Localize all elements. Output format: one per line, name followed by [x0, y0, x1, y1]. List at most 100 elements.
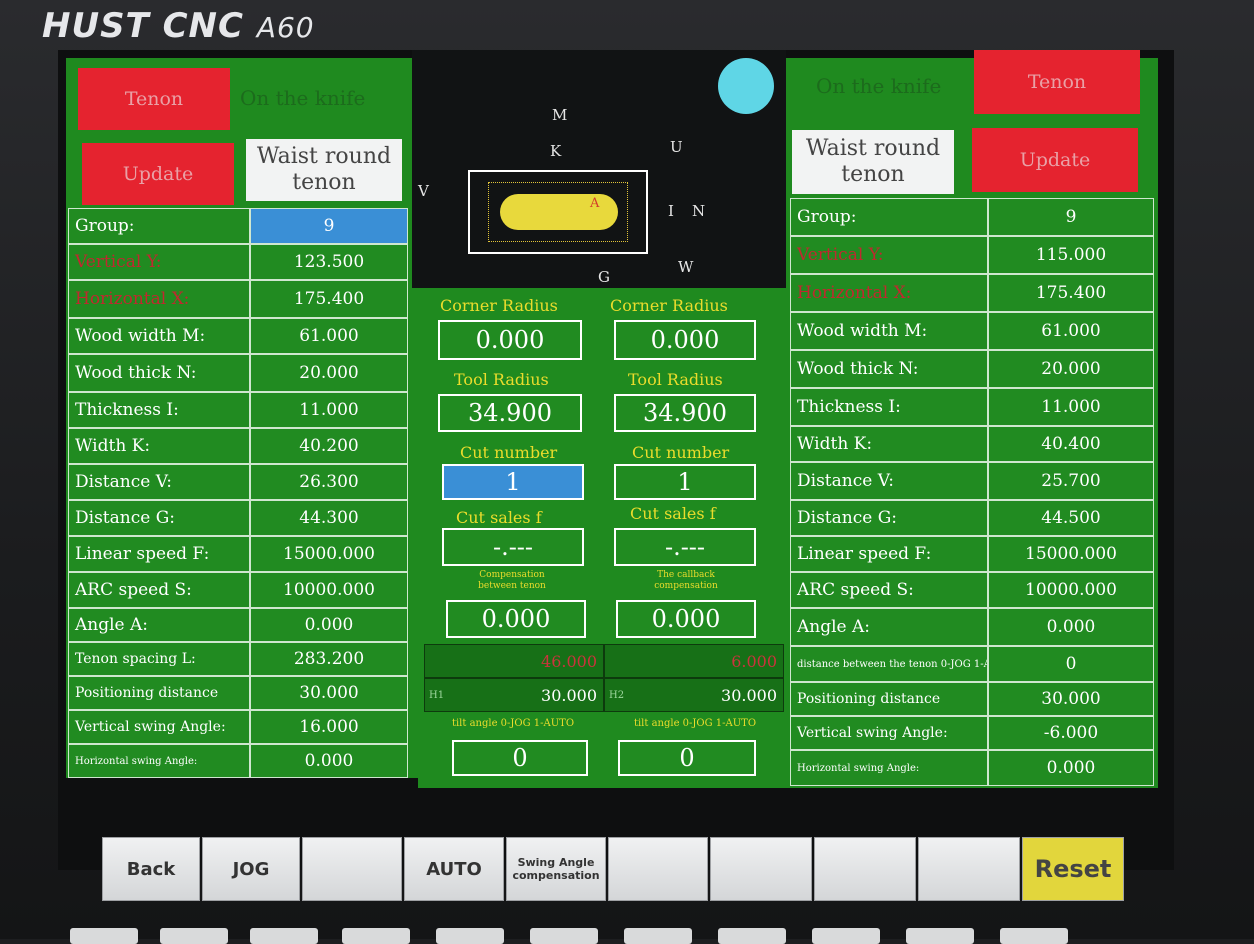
cut-number-right-field[interactable]: 1 — [614, 464, 756, 500]
right-waist-round-tenon-button[interactable]: Waist round tenon — [792, 130, 954, 194]
f3-key[interactable] — [302, 837, 402, 901]
hardware-key[interactable] — [812, 928, 880, 944]
hardware-key[interactable] — [250, 928, 318, 944]
left-row-value[interactable]: 123.500 — [250, 244, 408, 280]
left-row-label: Angle A: — [68, 608, 250, 642]
left-row-value[interactable]: 283.200 — [250, 642, 408, 676]
left-waist-round-tenon-button[interactable]: Waist round tenon — [246, 139, 402, 201]
compensation-right-field[interactable]: 0.000 — [616, 600, 756, 638]
left-row-value[interactable]: 0.000 — [250, 608, 408, 642]
h1-field[interactable]: H1 30.000 — [424, 678, 604, 712]
f9-key[interactable] — [918, 837, 1020, 901]
right-row-value[interactable]: 10000.000 — [988, 572, 1154, 608]
back-button[interactable]: Back — [102, 837, 200, 901]
label-k: K — [550, 142, 562, 160]
right-row-value[interactable]: 0.000 — [988, 608, 1154, 646]
cut-number-left-label: Cut number — [460, 443, 558, 462]
f7-key[interactable] — [710, 837, 812, 901]
hardware-key[interactable] — [160, 928, 228, 944]
f6-key[interactable] — [608, 837, 708, 901]
hardware-key[interactable] — [436, 928, 504, 944]
tilt-angle-right-label: tilt angle 0-JOG 1-AUTO — [633, 718, 757, 729]
right-row-value[interactable]: 61.000 — [988, 312, 1154, 350]
right-row-label: ARC speed S: — [790, 572, 988, 608]
right-row-label: Wood width M: — [790, 312, 988, 350]
right-row-value[interactable]: 40.400 — [988, 426, 1154, 462]
waist-round-tenon-shape — [500, 194, 618, 230]
hardware-key[interactable] — [530, 928, 598, 944]
left-row-value[interactable]: 9 — [250, 208, 408, 244]
right-row-value[interactable]: 115.000 — [988, 236, 1154, 274]
right-row-value[interactable]: 11.000 — [988, 388, 1154, 426]
compensation-left-field[interactable]: 0.000 — [446, 600, 586, 638]
right-on-knife-label: On the knife — [816, 74, 942, 98]
left-row-value[interactable]: 0.000 — [250, 744, 408, 778]
right-tenon-button[interactable]: Tenon — [974, 50, 1140, 114]
left-row-label: Wood width M: — [68, 318, 250, 354]
left-row-value[interactable]: 30.000 — [250, 676, 408, 710]
hardware-key[interactable] — [1000, 928, 1068, 944]
right-row-label: Horizontal X: — [790, 274, 988, 312]
cut-sales-left-field[interactable]: -.--- — [442, 528, 584, 566]
left-row-label: Vertical Y: — [68, 244, 250, 280]
h2-field[interactable]: H2 30.000 — [604, 678, 784, 712]
left-row-value[interactable]: 175.400 — [250, 280, 408, 318]
right-row-value[interactable]: 15000.000 — [988, 536, 1154, 572]
left-row-label: Linear speed F: — [68, 536, 250, 572]
tilt-angle-left-field[interactable]: 0 — [452, 740, 588, 776]
hardware-key[interactable] — [624, 928, 692, 944]
right-row-value[interactable]: 0 — [988, 646, 1154, 682]
right-update-button[interactable]: Update — [972, 128, 1138, 192]
left-row-value[interactable]: 40.200 — [250, 428, 408, 464]
left-row-value[interactable]: 20.000 — [250, 354, 408, 392]
hardware-key[interactable] — [70, 928, 138, 944]
f8-key[interactable] — [814, 837, 916, 901]
right-row-label: Distance G: — [790, 500, 988, 536]
cut-sales-right-field[interactable]: -.--- — [614, 528, 756, 566]
left-row-value[interactable]: 10000.000 — [250, 572, 408, 608]
cut-number-left-field[interactable]: 1 — [442, 464, 584, 500]
screen: Tenon On the knife Update Waist round te… — [58, 50, 1174, 901]
tool-radius-right-field[interactable]: 34.900 — [614, 394, 756, 432]
left-row-value[interactable]: 11.000 — [250, 392, 408, 428]
right-row-label: Horizontal swing Angle: — [790, 750, 988, 786]
jog-button[interactable]: JOG — [202, 837, 300, 901]
left-tenon-button[interactable]: Tenon — [78, 68, 230, 130]
right-row-value[interactable]: 44.500 — [988, 500, 1154, 536]
right-row-value[interactable]: 20.000 — [988, 350, 1154, 388]
auto-button[interactable]: AUTO — [404, 837, 504, 901]
h1-label: H1 — [429, 689, 445, 701]
label-a: A — [590, 196, 600, 211]
status-indicator-icon — [718, 58, 774, 114]
tool-radius-left-field[interactable]: 34.900 — [438, 394, 582, 432]
left-row-value[interactable]: 44.300 — [250, 500, 408, 536]
left-row-label: Width K: — [68, 428, 250, 464]
right-row-value[interactable]: 0.000 — [988, 750, 1154, 786]
reset-button[interactable]: Reset — [1022, 837, 1124, 901]
hardware-key[interactable] — [718, 928, 786, 944]
left-row-label: ARC speed S: — [68, 572, 250, 608]
left-update-button[interactable]: Update — [82, 143, 234, 205]
swing-angle-compensation-button[interactable]: Swing Angle compensation — [506, 837, 606, 901]
corner-radius-left-label: Corner Radius — [440, 296, 558, 315]
right-red-value: 6.000 — [604, 644, 784, 678]
right-row-value[interactable]: 25.700 — [988, 462, 1154, 500]
right-row-value[interactable]: 9 — [988, 198, 1154, 236]
right-row-value[interactable]: -6.000 — [988, 716, 1154, 750]
tilt-angle-right-field[interactable]: 0 — [618, 740, 756, 776]
hardware-key[interactable] — [342, 928, 410, 944]
label-n: N — [692, 202, 706, 220]
right-row-label: Group: — [790, 198, 988, 236]
left-row-label: Horizontal swing Angle: — [68, 744, 250, 778]
right-row-value[interactable]: 30.000 — [988, 682, 1154, 716]
corner-radius-left-field[interactable]: 0.000 — [438, 320, 582, 360]
right-row-label: Angle A: — [790, 608, 988, 646]
right-row-value[interactable]: 175.400 — [988, 274, 1154, 312]
corner-radius-right-field[interactable]: 0.000 — [614, 320, 756, 360]
left-row-value[interactable]: 26.300 — [250, 464, 408, 500]
left-row-value[interactable]: 61.000 — [250, 318, 408, 354]
hardware-key[interactable] — [906, 928, 974, 944]
left-row-value[interactable]: 15000.000 — [250, 536, 408, 572]
left-row-label: Distance V: — [68, 464, 250, 500]
left-row-value[interactable]: 16.000 — [250, 710, 408, 744]
